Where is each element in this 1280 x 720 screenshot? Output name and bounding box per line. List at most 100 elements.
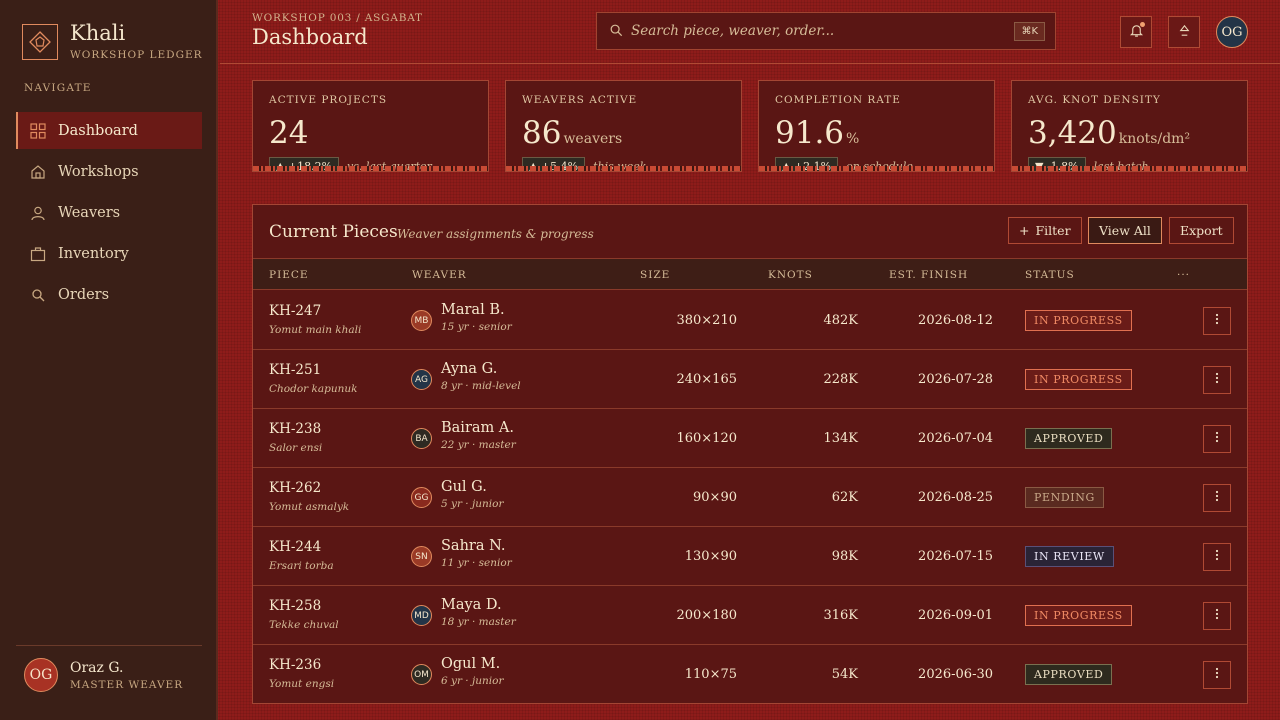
piece-id[interactable]: KH-236 [269,657,334,673]
finish-cell: 2026-09-01 [918,608,993,623]
filter-button[interactable]: + Filter [1008,217,1082,244]
table-row[interactable]: KH-258 Tekke chuval MD Maya D. 18 yr · m… [253,586,1247,645]
row-actions-button[interactable] [1203,484,1231,512]
kpi-label: COMPLETION RATE [775,94,901,106]
more-vertical-icon [1215,313,1219,329]
export-button[interactable]: Export [1169,217,1234,244]
panel-subtitle: Weaver assignments & progress [397,227,594,241]
kpi-border-pattern [759,166,994,171]
status-badge: IN PROGRESS [1025,605,1132,626]
column-weaver[interactable]: WEAVER [412,269,467,281]
profile-name: Oraz G. [70,659,124,676]
kpi-border-pattern [1012,166,1247,171]
row-actions-button[interactable] [1203,543,1231,571]
weaver-name[interactable]: Maral B. [441,302,512,318]
column-more[interactable]: ··· [1177,269,1190,281]
table-row[interactable]: KH-238 Salor ensi BA Bairam A. 22 yr · m… [253,409,1247,468]
weaver-name[interactable]: Ogul M. [441,656,503,672]
notification-dot [1140,22,1145,27]
table-row[interactable]: KH-262 Yomut asmalyk GG Gul G. 5 yr · ju… [253,468,1247,527]
search-input[interactable] [631,23,1015,39]
piece-cell: KH-247 Yomut main khali [269,303,361,336]
piece-id[interactable]: KH-238 [269,421,322,437]
kpi-border-pattern [253,166,488,171]
column-knots[interactable]: KNOTS [768,269,813,281]
piece-id[interactable]: KH-251 [269,362,358,378]
knots-cell: 98K [831,549,858,564]
view-all-button[interactable]: View All [1088,217,1162,244]
piece-cell: KH-262 Yomut asmalyk [269,480,349,513]
column-size[interactable]: SIZE [640,269,670,281]
piece-id[interactable]: KH-244 [269,539,334,555]
weaver-name[interactable]: Ayna G. [441,361,521,377]
row-actions-button[interactable] [1203,366,1231,394]
breadcrumb[interactable]: WORKSHOP 003 / ASGABAT [252,12,423,24]
weaver-avatar: AG [411,369,432,390]
sidebar-item-orders[interactable]: Orders [16,276,202,313]
kpi-number: 91.6 [775,115,845,151]
row-actions-button[interactable] [1203,425,1231,453]
weaver-meta: 15 yr · senior [441,321,512,333]
piece-name: Ersari torba [269,560,334,572]
user-icon [30,205,46,221]
account-button[interactable] [1168,16,1200,48]
search-bar[interactable]: ⌘K [596,12,1056,50]
kpi-completion-rate: COMPLETION RATE 91.6% ▲ +2.1% on schedul… [758,80,995,172]
weaver-name[interactable]: Gul G. [441,479,503,495]
notifications-button[interactable] [1120,16,1152,48]
sidebar-item-label: Workshops [58,163,139,180]
weaver-name[interactable]: Sahra N. [441,538,512,554]
kpi-label: ACTIVE PROJECTS [269,94,388,106]
more-vertical-icon [1215,490,1219,506]
weaver-avatar: BA [411,428,432,449]
weaver-cell: Sahra N. 11 yr · senior [441,538,512,569]
table-row[interactable]: KH-236 Yomut engsi OM Ogul M. 6 yr · jun… [253,645,1247,703]
table-row[interactable]: KH-251 Chodor kapunuk AG Ayna G. 8 yr · … [253,350,1247,409]
table-row[interactable]: KH-244 Ersari torba SN Sahra N. 11 yr · … [253,527,1247,586]
sidebar-item-workshops[interactable]: Workshops [16,153,202,190]
row-actions-button[interactable] [1203,602,1231,630]
piece-id[interactable]: KH-258 [269,598,339,614]
user-profile[interactable]: OG Oraz G. MASTER WEAVER [16,645,202,692]
sidebar-item-weavers[interactable]: Weavers [16,194,202,231]
kpi-unit: % [846,131,860,147]
knots-cell: 316K [823,608,858,623]
column-piece[interactable]: PIECE [269,269,309,281]
piece-name: Yomut engsi [269,678,335,690]
row-actions-button[interactable] [1203,661,1231,689]
top-header: WORKSHOP 003 / ASGABAT Dashboard ⌘K OG [220,0,1280,64]
weaver-meta: 11 yr · senior [441,557,512,569]
home-icon [30,164,46,180]
weaver-meta: 22 yr · master [441,439,516,451]
user-icon [1177,23,1192,42]
grid-icon [30,122,46,139]
piece-id[interactable]: KH-247 [269,303,361,319]
kpi-value: 3,420 knots/dm² [1028,115,1190,151]
header-avatar[interactable]: OG [1216,16,1248,48]
column-status[interactable]: STATUS [1025,269,1075,281]
finish-cell: 2026-08-12 [918,313,993,328]
piece-cell: KH-251 Chodor kapunuk [269,362,358,395]
sidebar-item-label: Weavers [58,204,121,221]
weaver-avatar: OM [411,664,432,685]
column-est-finish[interactable]: EST. FINISH [889,269,968,281]
more-vertical-icon [1215,608,1219,624]
khali-logo-icon [22,24,58,60]
kpi-number: 86 [522,115,562,151]
avatar: OG [24,658,58,692]
row-actions-button[interactable] [1203,307,1231,335]
search-shortcut-badge: ⌘K [1014,21,1045,41]
sidebar-item-inventory[interactable]: Inventory [16,235,202,272]
more-vertical-icon [1215,667,1219,683]
weaver-name[interactable]: Bairam A. [441,420,516,436]
weaver-name[interactable]: Maya D. [441,597,516,613]
sidebar-item-dashboard[interactable]: Dashboard [16,112,202,149]
page-title: Dashboard [252,25,368,49]
table-row[interactable]: KH-247 Yomut main khali MB Maral B. 15 y… [253,291,1247,350]
brand[interactable]: Khali WORKSHOP LEDGER [22,22,203,61]
sidebar-item-label: Dashboard [58,122,138,139]
kpi-unit: weavers [563,131,623,147]
weaver-avatar: GG [411,487,432,508]
piece-id[interactable]: KH-262 [269,480,349,496]
kpi-label: AVG. KNOT DENSITY [1028,94,1161,106]
